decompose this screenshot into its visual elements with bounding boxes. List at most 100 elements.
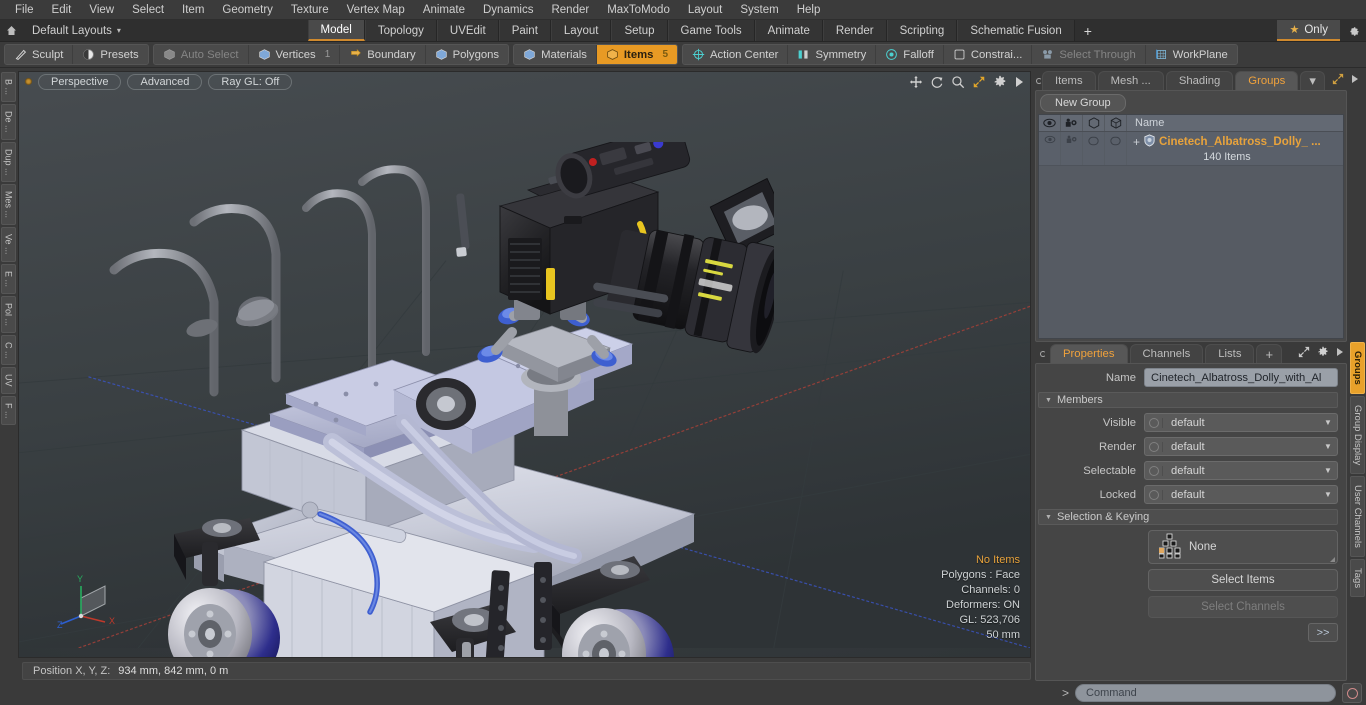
home-icon[interactable] <box>0 20 22 41</box>
properties-tab-add[interactable]: + <box>1256 344 1283 363</box>
tab-schematic-fusion[interactable]: Schematic Fusion <box>957 20 1075 41</box>
panel-tab-mesh[interactable]: Mesh ... <box>1097 71 1164 90</box>
name-input[interactable]: Cinetech_Albatross_Dolly_with_Al <box>1144 368 1338 387</box>
tab-setup[interactable]: Setup <box>611 20 668 41</box>
menu-item-system[interactable]: System <box>731 2 787 18</box>
3d-viewport[interactable]: Perspective Advanced Ray GL: Off Y X Z N… <box>18 71 1031 658</box>
groups-list-empty-area[interactable] <box>1039 166 1343 326</box>
tab-scripting[interactable]: Scripting <box>886 20 958 41</box>
render-dropdown[interactable]: default ▼ <box>1144 437 1338 456</box>
menu-item-layout[interactable]: Layout <box>679 2 732 18</box>
menu-item-animate[interactable]: Animate <box>414 2 474 18</box>
new-group-button[interactable]: New Group <box>1040 94 1126 112</box>
side-tab-group-display[interactable]: Group Display <box>1350 395 1365 474</box>
tab-animate[interactable]: Animate <box>754 20 823 41</box>
menu-item-maxtomodo[interactable]: MaxToModo <box>598 2 679 18</box>
tool-vertices[interactable]: Vertices 1 <box>248 45 341 64</box>
visible-dropdown[interactable]: default ▼ <box>1144 413 1338 432</box>
left-tab-deform[interactable]: De ... <box>1 104 16 140</box>
visibility-eye-icon[interactable] <box>1039 115 1061 131</box>
select-items-button[interactable]: Select Items <box>1148 569 1338 591</box>
left-tab-curve[interactable]: C ... <box>1 334 16 366</box>
settings-icon[interactable] <box>993 75 1007 89</box>
row-expander[interactable]: + <box>1133 136 1140 148</box>
viewport-shading-dropdown[interactable]: Advanced <box>127 73 203 90</box>
panel-tabs-dropdown[interactable]: ▾ <box>1300 71 1325 90</box>
gear-icon[interactable] <box>1340 20 1366 41</box>
tool-items[interactable]: Items 5 <box>596 45 677 64</box>
tool-select-through[interactable]: Select Through <box>1032 45 1146 64</box>
side-tab-user-channels[interactable]: User Channels <box>1350 475 1365 557</box>
play-icon[interactable] <box>1014 76 1024 88</box>
tool-constraint[interactable]: Constrai... <box>943 45 1033 64</box>
tool-sculpt[interactable]: Sculpt <box>5 45 74 64</box>
tool-polygons[interactable]: Polygons <box>425 45 509 64</box>
panel-tab-groups[interactable]: Groups <box>1235 71 1299 90</box>
left-tab-uv[interactable]: UV <box>1 367 16 394</box>
default-layouts-dropdown[interactable]: Default Layouts ▾ <box>22 20 131 41</box>
record-icon[interactable] <box>1342 683 1362 703</box>
left-tab-mesh[interactable]: Mes ... <box>1 184 16 226</box>
left-tab-duplicate[interactable]: Dup ... <box>1 141 16 183</box>
tool-presets[interactable]: Presets <box>73 45 148 64</box>
panel-tab-items[interactable]: Items <box>1042 71 1096 90</box>
panel-tab-shading[interactable]: Shading <box>1165 71 1234 90</box>
menu-item-dynamics[interactable]: Dynamics <box>474 2 542 18</box>
tab-paint[interactable]: Paint <box>498 20 551 41</box>
chevron-right-icon[interactable] <box>1336 347 1344 360</box>
menu-item-item[interactable]: Item <box>173 2 213 18</box>
properties-tab-channels[interactable]: Channels <box>1129 344 1204 363</box>
left-tab-polygon[interactable]: Pol ... <box>1 295 16 333</box>
tab-uvedit[interactable]: UVEdit <box>436 20 499 41</box>
menu-item-vertex-map[interactable]: Vertex Map <box>338 2 414 18</box>
tool-falloff[interactable]: Falloff <box>876 45 944 64</box>
gear-icon[interactable] <box>1317 346 1329 361</box>
properties-tab-lists[interactable]: Lists <box>1205 344 1255 363</box>
properties-tab-properties[interactable]: Properties <box>1050 344 1128 363</box>
tab-topology[interactable]: Topology <box>364 20 437 41</box>
selectable-dropdown[interactable]: default ▼ <box>1144 461 1338 480</box>
zoom-icon[interactable] <box>951 75 965 89</box>
left-tab-edge[interactable]: E ... <box>1 263 16 294</box>
add-tab-button[interactable]: + <box>1074 20 1101 41</box>
row-shaded-toggle[interactable] <box>1105 132 1127 165</box>
left-tab-basic[interactable]: B ... <box>1 72 16 103</box>
expand-icon[interactable] <box>1298 346 1310 361</box>
properties-menu-icon[interactable] <box>1036 344 1050 363</box>
menu-item-render[interactable]: Render <box>542 2 598 18</box>
command-input[interactable]: Command <box>1075 684 1336 702</box>
side-tab-groups[interactable]: Groups <box>1350 342 1365 394</box>
viewport-active-indicator[interactable] <box>25 78 32 85</box>
left-tab-fusion[interactable]: F ... <box>1 395 16 426</box>
tab-layout[interactable]: Layout <box>550 20 612 41</box>
rotate-icon[interactable] <box>930 75 944 89</box>
tool-symmetry[interactable]: Symmetry <box>788 45 877 64</box>
menu-item-geometry[interactable]: Geometry <box>213 2 282 18</box>
tab-game-tools[interactable]: Game Tools <box>667 20 755 41</box>
menu-item-view[interactable]: View <box>80 2 123 18</box>
only-toggle-button[interactable]: ★ Only <box>1277 20 1341 41</box>
section-selection-keying[interactable]: ▼ Selection & Keying <box>1038 509 1338 525</box>
menu-item-texture[interactable]: Texture <box>282 2 338 18</box>
left-tab-vertex[interactable]: Ve ... <box>1 227 16 262</box>
keying-set-selector[interactable]: None <box>1148 530 1338 564</box>
table-row[interactable]: + Cinetech_Albatross_Dolly_ ... 140 Item… <box>1039 132 1343 166</box>
locked-dropdown[interactable]: default ▼ <box>1144 485 1338 504</box>
viewport-projection-dropdown[interactable]: Perspective <box>38 73 122 90</box>
viewport-raygl-dropdown[interactable]: Ray GL: Off <box>208 73 293 90</box>
section-members[interactable]: ▼ Members <box>1038 392 1338 408</box>
tool-boundary[interactable]: Boundary <box>340 45 426 64</box>
tab-render[interactable]: Render <box>822 20 887 41</box>
groups-list[interactable]: Name + Cinetech_Albatross_Dolly_ ... 140… <box>1038 114 1344 339</box>
menu-item-help[interactable]: Help <box>788 2 830 18</box>
tool-workplane[interactable]: WorkPlane <box>1145 45 1237 64</box>
wireframe-cube-icon[interactable] <box>1083 115 1105 131</box>
row-render-toggle[interactable] <box>1061 132 1083 165</box>
expand-icon[interactable] <box>1332 73 1344 88</box>
tool-materials[interactable]: Materials <box>514 45 597 64</box>
menu-item-edit[interactable]: Edit <box>43 2 81 18</box>
more-button[interactable]: >> <box>1308 623 1338 642</box>
shaded-sphere-icon[interactable] <box>1105 115 1127 131</box>
tab-model[interactable]: Model <box>307 20 365 41</box>
side-tab-tags[interactable]: Tags <box>1350 558 1365 597</box>
